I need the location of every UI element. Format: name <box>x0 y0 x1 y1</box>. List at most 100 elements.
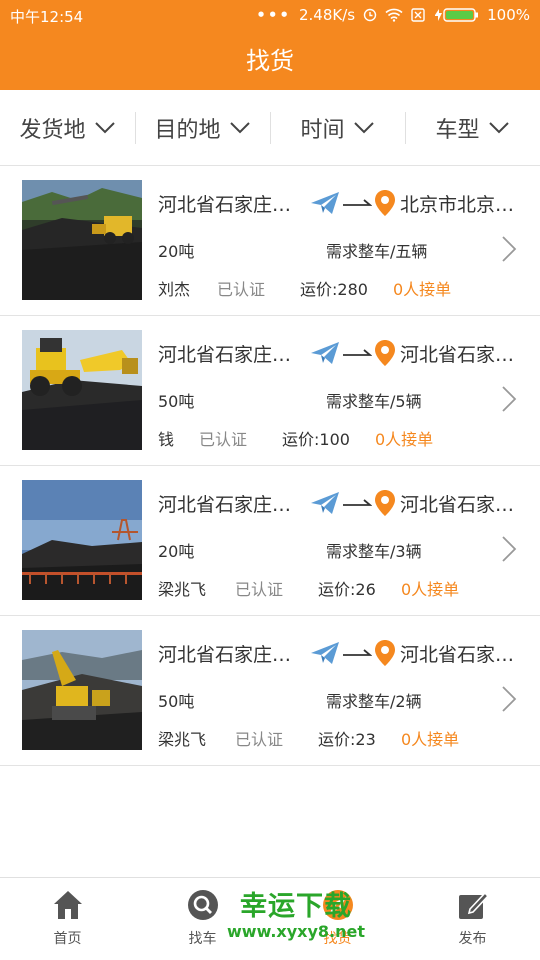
location-pin-icon <box>375 190 395 216</box>
cargo-photo <box>22 480 142 600</box>
freight-price: 运价:26 <box>318 580 376 599</box>
status-bar: 中午12:54 ••• 2.48K/s 100% <box>0 0 540 32</box>
paper-plane-icon <box>311 492 339 514</box>
chevron-right-icon[interactable] <box>500 384 518 414</box>
arrow-right-icon <box>343 199 372 206</box>
destination-text: 河北省石家… <box>400 493 515 516</box>
paper-plane-icon <box>311 192 339 214</box>
tab-label: 找车 <box>188 931 217 947</box>
filter-bar: 发货地 目的地 时间 车型 <box>0 90 540 166</box>
alarm-icon <box>363 8 377 22</box>
order-count: 0人接单 <box>375 430 434 449</box>
cargo-list-item[interactable]: 河北省石家庄… 北京市北京… 20吨 需求整车/五辆 刘杰 已认证 运价:280… <box>0 166 540 316</box>
page-title: 找货 <box>0 32 540 90</box>
tab-find-vehicle[interactable]: 找车 <box>135 878 270 960</box>
tab-label: 发布 <box>458 931 487 947</box>
cargo-meta: 梁兆飞 已认证 运价:23 0人接单 <box>158 726 459 750</box>
tab-home[interactable]: 首页 <box>0 878 135 960</box>
cargo-weight: 50吨 <box>158 692 195 711</box>
chevron-right-icon[interactable] <box>500 534 518 564</box>
cargo-photo <box>22 330 142 450</box>
origin-text: 河北省石家庄… <box>158 343 292 366</box>
arrow-right-icon <box>343 349 372 356</box>
cargo-weight: 20吨 <box>158 542 195 561</box>
paper-plane-icon <box>311 642 339 664</box>
cargo-weight: 20吨 <box>158 242 195 261</box>
tab-publish[interactable]: 发布 <box>405 878 540 960</box>
no-sim-icon <box>411 8 425 22</box>
tab-label: 找货 <box>323 931 352 947</box>
route: 河北省石家庄… 河北省石家… <box>158 638 528 668</box>
vehicle-need: 需求整车/五辆 <box>326 242 428 261</box>
location-pin-icon <box>375 490 395 516</box>
filter-destination[interactable]: 目的地 <box>135 90 270 165</box>
origin-text: 河北省石家庄… <box>158 193 292 216</box>
certified-badge: 已认证 <box>235 730 284 749</box>
certified-badge: 已认证 <box>235 580 284 599</box>
compass-icon <box>322 890 353 920</box>
shipper-name: 梁兆飞 <box>158 730 207 749</box>
chevron-right-icon[interactable] <box>500 684 518 714</box>
chevron-right-icon[interactable] <box>500 234 518 264</box>
cargo-photo <box>22 180 142 300</box>
route: 河北省石家庄… 北京市北京… <box>158 188 528 218</box>
status-right: ••• 2.48K/s 100% <box>256 6 530 24</box>
chevron-down-icon <box>488 121 509 133</box>
cargo-list-item[interactable]: 河北省石家庄… 河北省石家… 20吨 需求整车/3辆 梁兆飞 已认证 运价:26… <box>0 466 540 616</box>
chevron-down-icon <box>94 121 115 133</box>
route: 河北省石家庄… 河北省石家… <box>158 338 528 368</box>
order-count: 0人接单 <box>401 730 460 749</box>
cargo-meta: 钱 已认证 运价:100 0人接单 <box>158 426 433 450</box>
cargo-photo <box>22 630 142 750</box>
home-icon <box>53 891 82 919</box>
cargo-list: 河北省石家庄… 北京市北京… 20吨 需求整车/五辆 刘杰 已认证 运价:280… <box>0 166 540 766</box>
freight-price: 运价:100 <box>282 430 350 449</box>
freight-price: 运价:23 <box>318 730 376 749</box>
status-time: 中午12:54 <box>10 8 84 26</box>
filter-label: 车型 <box>435 117 480 143</box>
freight-price: 运价:280 <box>300 280 368 299</box>
order-count: 0人接单 <box>393 280 452 299</box>
edit-icon <box>458 891 489 919</box>
shipper-name: 钱 <box>158 430 175 449</box>
certified-badge: 已认证 <box>217 280 266 299</box>
destination-text: 河北省石家… <box>400 343 515 366</box>
filter-label: 发货地 <box>19 117 86 143</box>
shipper-name: 刘杰 <box>158 280 191 299</box>
tab-find-cargo[interactable]: 找货 <box>270 878 405 960</box>
shipper-name: 梁兆飞 <box>158 580 207 599</box>
order-count: 0人接单 <box>401 580 460 599</box>
route: 河北省石家庄… 河北省石家… <box>158 488 528 518</box>
destination-text: 北京市北京… <box>400 193 515 216</box>
vehicle-need: 需求整车/2辆 <box>326 692 422 711</box>
origin-text: 河北省石家庄… <box>158 493 292 516</box>
origin-text: 河北省石家庄… <box>158 643 292 666</box>
cargo-list-item[interactable]: 河北省石家庄… 河北省石家… 50吨 需求整车/2辆 梁兆飞 已认证 运价:23… <box>0 616 540 766</box>
arrow-right-icon <box>343 499 372 506</box>
bottom-tab-bar: 首页 找车 找货 发布 <box>0 877 540 960</box>
paper-plane-icon <box>311 342 339 364</box>
filter-origin[interactable]: 发货地 <box>0 90 135 165</box>
filter-time[interactable]: 时间 <box>270 90 405 165</box>
destination-text: 河北省石家… <box>400 643 515 666</box>
battery-icon <box>433 7 479 23</box>
cargo-meta: 刘杰 已认证 运价:280 0人接单 <box>158 276 451 300</box>
cargo-list-item[interactable]: 河北省石家庄… 河北省石家… 50吨 需求整车/5辆 钱 已认证 运价:100 … <box>0 316 540 466</box>
filter-label: 目的地 <box>154 117 221 143</box>
chevron-down-icon <box>229 121 250 133</box>
chevron-down-icon <box>353 121 374 133</box>
vehicle-need: 需求整车/3辆 <box>326 542 422 561</box>
wifi-icon <box>385 8 403 22</box>
status-speed: 2.48K/s <box>299 6 356 24</box>
battery-percent: 100% <box>487 6 530 24</box>
vehicle-need: 需求整车/5辆 <box>326 392 422 411</box>
filter-vehicle-type[interactable]: 车型 <box>405 90 540 165</box>
tab-label: 首页 <box>53 931 82 947</box>
search-icon <box>187 890 218 920</box>
arrow-right-icon <box>343 649 372 656</box>
cargo-weight: 50吨 <box>158 392 195 411</box>
location-pin-icon <box>375 340 395 366</box>
location-pin-icon <box>375 640 395 666</box>
certified-badge: 已认证 <box>199 430 248 449</box>
filter-label: 时间 <box>300 117 345 143</box>
